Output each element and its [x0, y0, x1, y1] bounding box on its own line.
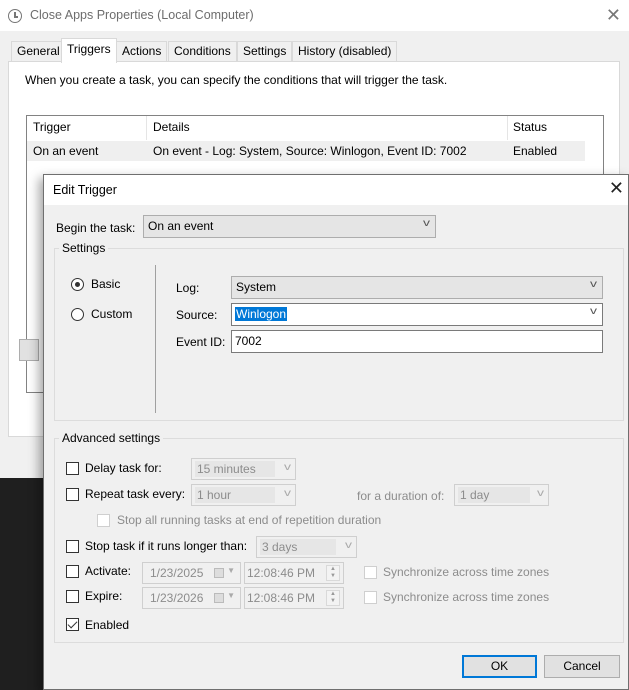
tab-settings[interactable]: Settings — [237, 41, 293, 62]
stop-task-longer-value: 3 days — [260, 539, 336, 555]
log-label: Log: — [176, 281, 200, 295]
basic-radio-label[interactable]: Basic — [91, 277, 120, 291]
begin-task-value: On an event — [148, 219, 214, 233]
table-row[interactable]: On an event On event - Log: System, Sour… — [27, 141, 585, 161]
tab-actions[interactable]: Actions — [116, 41, 168, 62]
activate-time-picker[interactable]: 12:08:46 PM ▲ ▼ — [244, 562, 344, 584]
row-details: On event - Log: System, Source: Winlogon… — [153, 144, 467, 158]
column-divider — [507, 116, 508, 140]
calendar-icon — [214, 593, 224, 603]
column-header-details[interactable]: Details — [153, 120, 190, 140]
expire-label[interactable]: Expire: — [85, 589, 122, 603]
activate-sync-checkbox[interactable] — [364, 566, 377, 579]
stop-all-tasks-label[interactable]: Stop all running tasks at end of repetit… — [117, 513, 381, 527]
chevron-down-icon: v — [590, 279, 597, 290]
triggers-description: When you create a task, you can specify … — [25, 73, 448, 87]
repeat-task-value: 1 hour — [195, 487, 275, 503]
chevron-down-icon: v — [345, 540, 352, 551]
dialog-title-bar: Edit Trigger ✕ — [44, 175, 628, 205]
basic-radio[interactable] — [71, 278, 84, 291]
log-dropdown[interactable]: System v — [231, 276, 603, 299]
source-label: Source: — [176, 308, 218, 322]
chevron-down-icon: v — [284, 488, 291, 499]
activate-date-picker[interactable]: 1/23/2025 ▼ — [142, 562, 241, 584]
chevron-down-icon: v — [590, 306, 597, 317]
activate-time-value: 12:08:46 PM — [247, 566, 316, 580]
event-id-value: 7002 — [235, 334, 262, 348]
edit-trigger-dialog: Edit Trigger ✕ Begin the task: On an eve… — [43, 174, 629, 690]
column-header-trigger[interactable]: Trigger — [33, 120, 71, 140]
dropdown-arrow-icon: ▼ — [227, 566, 235, 575]
stop-all-tasks-checkbox[interactable] — [97, 514, 110, 527]
settings-divider — [155, 265, 156, 413]
repeat-task-dropdown[interactable]: 1 hour v — [191, 484, 296, 506]
activate-sync-label[interactable]: Synchronize across time zones — [383, 565, 549, 579]
dropdown-arrow-icon: ▼ — [227, 591, 235, 600]
clock-icon — [8, 9, 22, 23]
column-header-status[interactable]: Status — [513, 120, 547, 140]
enabled-checkbox[interactable] — [66, 618, 79, 631]
custom-radio-label[interactable]: Custom — [91, 307, 132, 321]
activate-date-value: 1/23/2025 — [150, 566, 204, 580]
chevron-down-icon: v — [284, 462, 291, 473]
expire-checkbox[interactable] — [66, 590, 79, 603]
spinner-icon[interactable]: ▲ ▼ — [326, 565, 340, 581]
chevron-down-icon: v — [537, 488, 544, 499]
custom-radio[interactable] — [71, 308, 84, 321]
event-id-label: Event ID: — [176, 335, 226, 349]
begin-task-label: Begin the task: — [56, 221, 136, 235]
stop-task-longer-label[interactable]: Stop task if it runs longer than: — [85, 539, 247, 553]
delay-task-value: 15 minutes — [195, 461, 275, 477]
expire-date-value: 1/23/2026 — [150, 591, 204, 605]
expire-time-value: 12:08:46 PM — [247, 591, 316, 605]
row-status: Enabled — [513, 144, 558, 158]
close-icon[interactable]: ✕ — [609, 178, 624, 199]
new-trigger-button[interactable] — [19, 339, 39, 361]
expire-sync-label[interactable]: Synchronize across time zones — [383, 590, 549, 604]
expire-time-picker[interactable]: 12:08:46 PM ▲ ▼ — [244, 587, 344, 609]
window-title: Close Apps Properties (Local Computer) — [30, 8, 254, 22]
cancel-button[interactable]: Cancel — [544, 655, 620, 678]
source-combobox[interactable]: Winlogon v — [231, 303, 603, 326]
row-trigger: On an event — [33, 144, 99, 158]
chevron-down-icon: v — [423, 218, 430, 229]
begin-task-dropdown[interactable]: On an event v — [143, 215, 436, 238]
repeat-task-checkbox[interactable] — [66, 488, 79, 501]
stop-task-longer-dropdown[interactable]: 3 days v — [256, 536, 357, 558]
advanced-settings-title: Advanced settings — [59, 431, 164, 445]
delay-task-checkbox[interactable] — [66, 462, 79, 475]
expire-sync-checkbox[interactable] — [364, 591, 377, 604]
tab-triggers[interactable]: Triggers — [61, 38, 117, 63]
enabled-label[interactable]: Enabled — [85, 618, 129, 632]
delay-task-dropdown[interactable]: 15 minutes v — [191, 458, 296, 480]
ok-button[interactable]: OK — [462, 655, 537, 678]
delay-task-label[interactable]: Delay task for: — [85, 461, 162, 475]
duration-label: for a duration of: — [357, 489, 445, 503]
duration-value: 1 day — [458, 487, 530, 503]
activate-label[interactable]: Activate: — [85, 564, 131, 578]
tab-conditions[interactable]: Conditions — [168, 41, 237, 62]
repeat-task-label[interactable]: Repeat task every: — [85, 487, 185, 501]
event-id-input[interactable]: 7002 — [231, 330, 603, 353]
title-bar: Close Apps Properties (Local Computer) ✕ — [0, 0, 629, 31]
source-value: Winlogon — [235, 307, 288, 321]
settings-group-title: Settings — [59, 241, 109, 255]
spinner-icon[interactable]: ▲ ▼ — [326, 590, 340, 606]
duration-dropdown[interactable]: 1 day v — [454, 484, 549, 506]
stop-task-longer-checkbox[interactable] — [66, 540, 79, 553]
tab-general[interactable]: General — [11, 41, 66, 62]
activate-checkbox[interactable] — [66, 565, 79, 578]
close-icon[interactable]: ✕ — [606, 5, 621, 26]
column-divider — [146, 116, 147, 140]
expire-date-picker[interactable]: 1/23/2026 ▼ — [142, 587, 241, 609]
log-value: System — [236, 280, 277, 294]
tab-history[interactable]: History (disabled) — [292, 41, 398, 62]
dialog-title: Edit Trigger — [53, 183, 117, 197]
calendar-icon — [214, 568, 224, 578]
